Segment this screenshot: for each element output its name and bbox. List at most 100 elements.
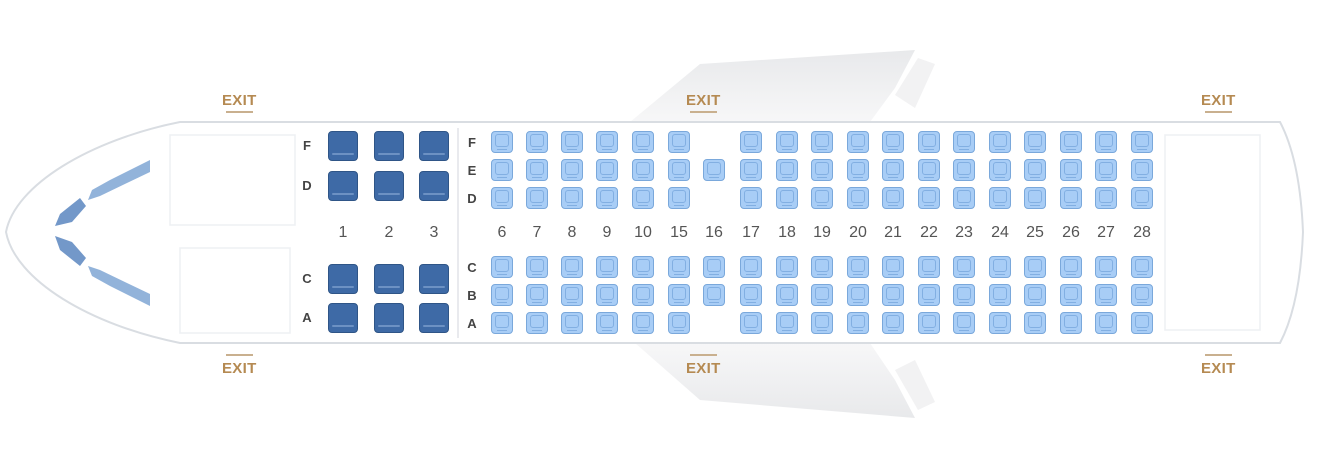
seat-21F[interactable] xyxy=(882,131,904,153)
seat-15C[interactable] xyxy=(668,256,690,278)
seat-9E[interactable] xyxy=(596,159,618,181)
seat-16B[interactable] xyxy=(703,284,725,306)
seat-22E[interactable] xyxy=(918,159,940,181)
seat-10D[interactable] xyxy=(632,187,654,209)
seat-25B[interactable] xyxy=(1024,284,1046,306)
seat-9F[interactable] xyxy=(596,131,618,153)
seat-8C[interactable] xyxy=(561,256,583,278)
seat-22A[interactable] xyxy=(918,312,940,334)
seat-26B[interactable] xyxy=(1060,284,1082,306)
seat-24E[interactable] xyxy=(989,159,1011,181)
seat-20A[interactable] xyxy=(847,312,869,334)
seat-26D[interactable] xyxy=(1060,187,1082,209)
seat-27C[interactable] xyxy=(1095,256,1117,278)
seat-21E[interactable] xyxy=(882,159,904,181)
seat-27F[interactable] xyxy=(1095,131,1117,153)
seat-26F[interactable] xyxy=(1060,131,1082,153)
seat-19F[interactable] xyxy=(811,131,833,153)
seat-2C[interactable] xyxy=(374,264,404,294)
seat-17D[interactable] xyxy=(740,187,762,209)
seat-8F[interactable] xyxy=(561,131,583,153)
seat-8B[interactable] xyxy=(561,284,583,306)
seat-26A[interactable] xyxy=(1060,312,1082,334)
seat-2D[interactable] xyxy=(374,171,404,201)
seat-24A[interactable] xyxy=(989,312,1011,334)
seat-17A[interactable] xyxy=(740,312,762,334)
seat-20E[interactable] xyxy=(847,159,869,181)
seat-25A[interactable] xyxy=(1024,312,1046,334)
seat-24B[interactable] xyxy=(989,284,1011,306)
seat-27E[interactable] xyxy=(1095,159,1117,181)
seat-2F[interactable] xyxy=(374,131,404,161)
seat-26C[interactable] xyxy=(1060,256,1082,278)
seat-26E[interactable] xyxy=(1060,159,1082,181)
seat-6D[interactable] xyxy=(491,187,513,209)
seat-25C[interactable] xyxy=(1024,256,1046,278)
seat-15F[interactable] xyxy=(668,131,690,153)
seat-19A[interactable] xyxy=(811,312,833,334)
seat-18F[interactable] xyxy=(776,131,798,153)
seat-10F[interactable] xyxy=(632,131,654,153)
seat-15A[interactable] xyxy=(668,312,690,334)
seat-20F[interactable] xyxy=(847,131,869,153)
seat-6C[interactable] xyxy=(491,256,513,278)
seat-22D[interactable] xyxy=(918,187,940,209)
seat-1C[interactable] xyxy=(328,264,358,294)
seat-24D[interactable] xyxy=(989,187,1011,209)
seat-28A[interactable] xyxy=(1131,312,1153,334)
seat-16E[interactable] xyxy=(703,159,725,181)
seat-18E[interactable] xyxy=(776,159,798,181)
seat-20B[interactable] xyxy=(847,284,869,306)
seat-7E[interactable] xyxy=(526,159,548,181)
seat-3D[interactable] xyxy=(419,171,449,201)
seat-21C[interactable] xyxy=(882,256,904,278)
seat-7C[interactable] xyxy=(526,256,548,278)
seat-1D[interactable] xyxy=(328,171,358,201)
seat-23F[interactable] xyxy=(953,131,975,153)
seat-23A[interactable] xyxy=(953,312,975,334)
seat-3A[interactable] xyxy=(419,303,449,333)
seat-19D[interactable] xyxy=(811,187,833,209)
seat-27D[interactable] xyxy=(1095,187,1117,209)
seat-9A[interactable] xyxy=(596,312,618,334)
seat-22F[interactable] xyxy=(918,131,940,153)
seat-9D[interactable] xyxy=(596,187,618,209)
seat-19B[interactable] xyxy=(811,284,833,306)
seat-6E[interactable] xyxy=(491,159,513,181)
seat-10A[interactable] xyxy=(632,312,654,334)
seat-28D[interactable] xyxy=(1131,187,1153,209)
seat-7F[interactable] xyxy=(526,131,548,153)
seat-17E[interactable] xyxy=(740,159,762,181)
seat-8E[interactable] xyxy=(561,159,583,181)
seat-9C[interactable] xyxy=(596,256,618,278)
seat-16C[interactable] xyxy=(703,256,725,278)
seat-21A[interactable] xyxy=(882,312,904,334)
seat-1F[interactable] xyxy=(328,131,358,161)
seat-20D[interactable] xyxy=(847,187,869,209)
seat-22B[interactable] xyxy=(918,284,940,306)
seat-19C[interactable] xyxy=(811,256,833,278)
seat-23E[interactable] xyxy=(953,159,975,181)
seat-6A[interactable] xyxy=(491,312,513,334)
seat-23D[interactable] xyxy=(953,187,975,209)
seat-10E[interactable] xyxy=(632,159,654,181)
seat-27A[interactable] xyxy=(1095,312,1117,334)
seat-15D[interactable] xyxy=(668,187,690,209)
seat-23C[interactable] xyxy=(953,256,975,278)
seat-3F[interactable] xyxy=(419,131,449,161)
seat-9B[interactable] xyxy=(596,284,618,306)
seat-15B[interactable] xyxy=(668,284,690,306)
seat-22C[interactable] xyxy=(918,256,940,278)
seat-7D[interactable] xyxy=(526,187,548,209)
seat-25D[interactable] xyxy=(1024,187,1046,209)
seat-6F[interactable] xyxy=(491,131,513,153)
seat-8A[interactable] xyxy=(561,312,583,334)
seat-17B[interactable] xyxy=(740,284,762,306)
seat-17C[interactable] xyxy=(740,256,762,278)
seat-24F[interactable] xyxy=(989,131,1011,153)
seat-18A[interactable] xyxy=(776,312,798,334)
seat-18D[interactable] xyxy=(776,187,798,209)
seat-27B[interactable] xyxy=(1095,284,1117,306)
seat-19E[interactable] xyxy=(811,159,833,181)
seat-28B[interactable] xyxy=(1131,284,1153,306)
